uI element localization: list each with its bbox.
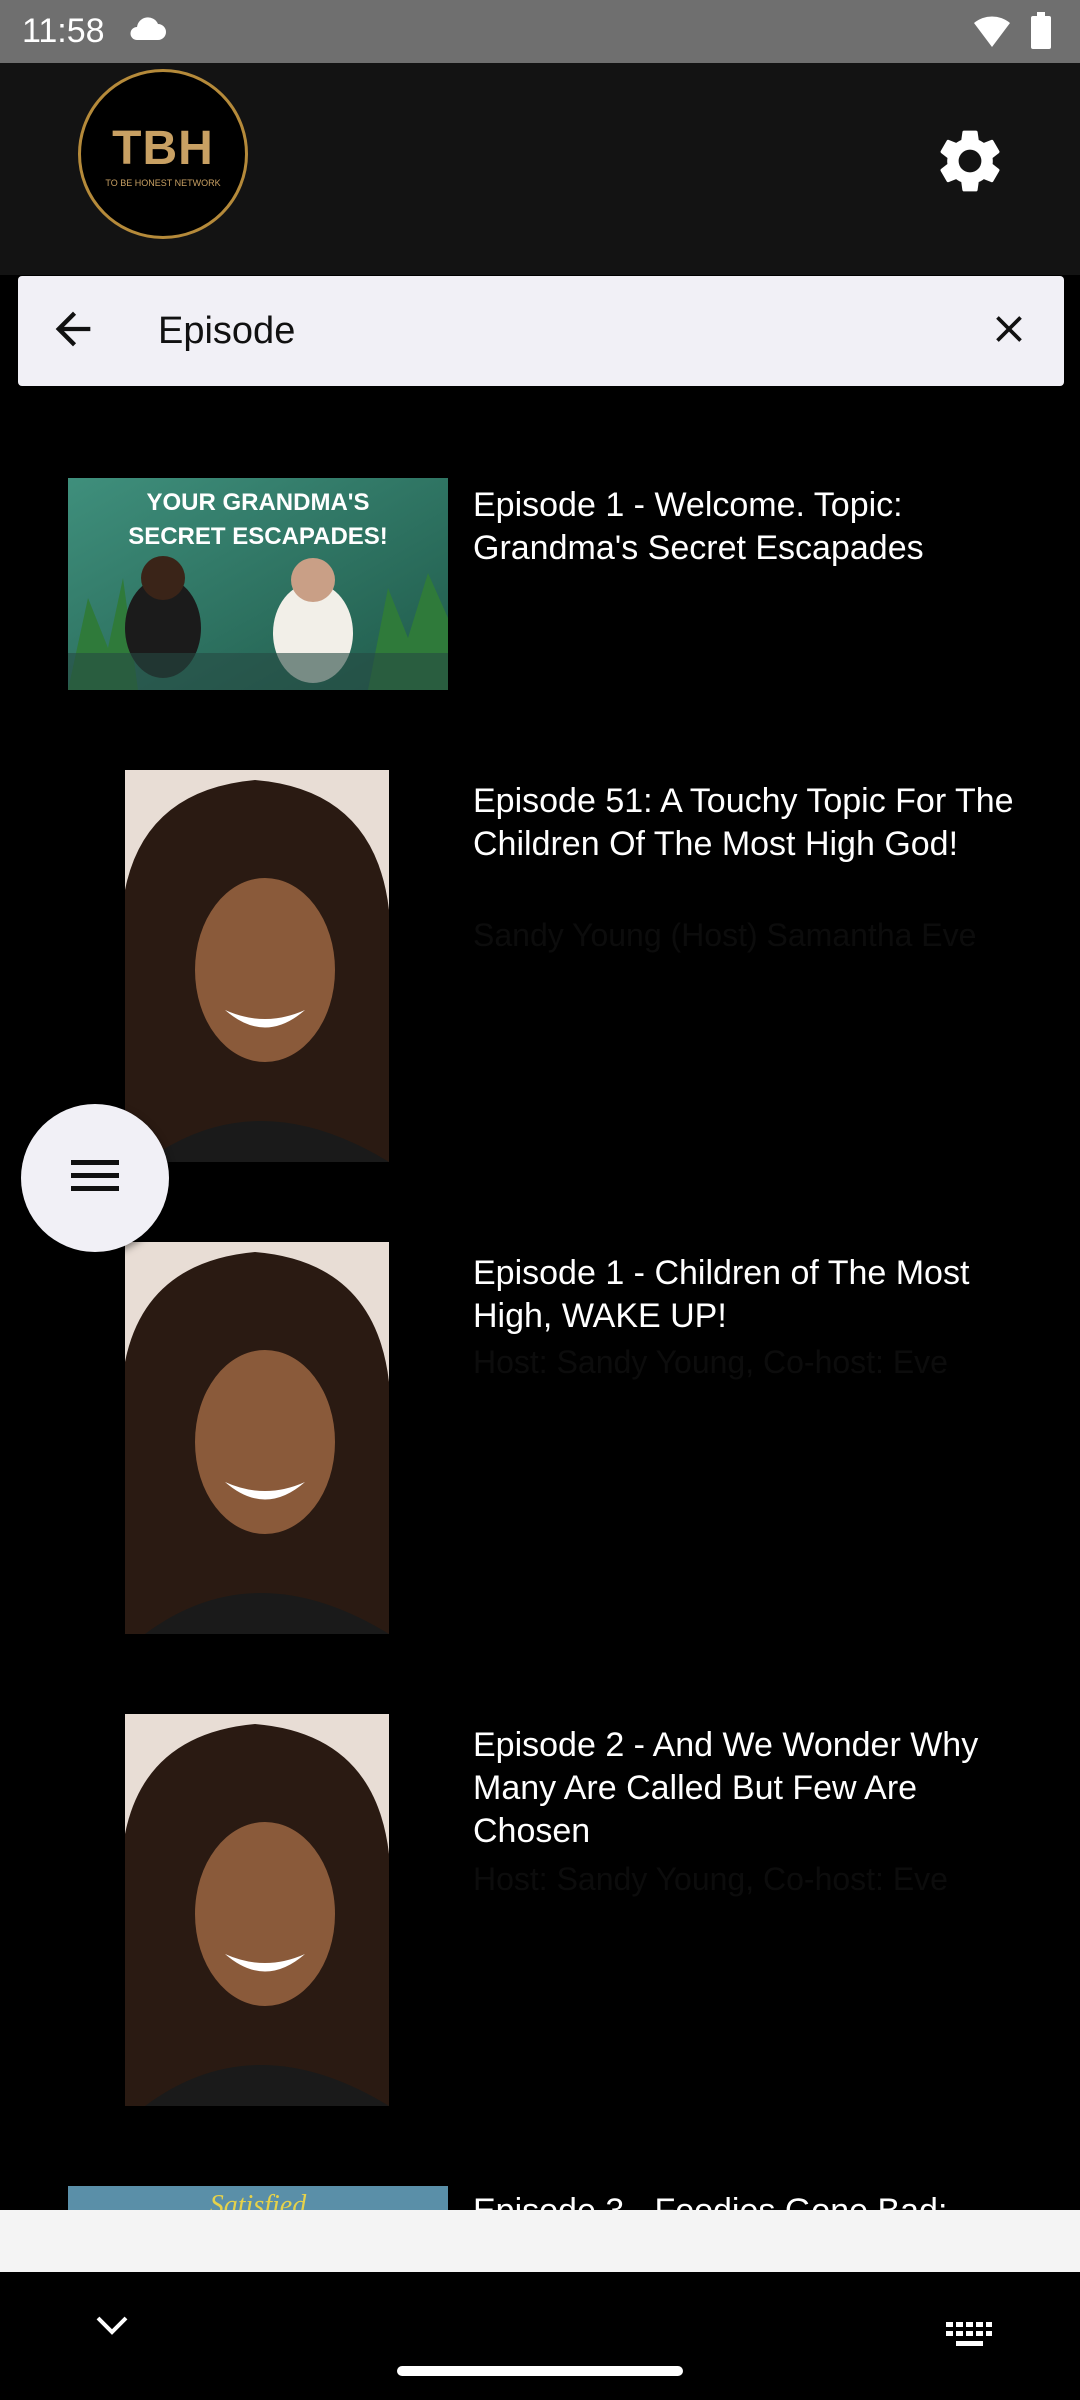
episode-title: Episode 3 - Foodies Gone Bad: bbox=[473, 2190, 1033, 2210]
menu-icon bbox=[69, 1156, 121, 1201]
home-gesture-handle[interactable] bbox=[397, 2366, 683, 2376]
gear-icon bbox=[932, 123, 1008, 204]
clear-search-button[interactable] bbox=[954, 276, 1064, 386]
cloud-icon bbox=[127, 16, 167, 47]
status-bar: 11:58 bbox=[0, 0, 1080, 63]
episode-subtitle: Sandy Young (Host) Samantha Eve bbox=[473, 917, 977, 953]
list-item[interactable]: Satisfied Episode 3 - Foodies Gone Bad: bbox=[0, 2186, 1080, 2210]
logo-subtext: TO BE HONEST NETWORK bbox=[105, 177, 221, 188]
chevron-down-icon[interactable] bbox=[92, 2314, 132, 2343]
wifi-icon bbox=[972, 13, 1012, 54]
arrow-left-icon bbox=[47, 303, 99, 360]
keyboard-icon[interactable] bbox=[946, 2322, 992, 2355]
episode-thumbnail: YOUR GRANDMA'S SECRET ESCAPADES! bbox=[68, 478, 448, 690]
keyboard-suggestion-strip bbox=[0, 2210, 1080, 2272]
episode-subtitle: Host: Sandy Young, Co-host: Eve bbox=[473, 1861, 948, 1897]
episode-title: Episode 1 - Children of The Most High, W… bbox=[473, 1254, 970, 1335]
list-item[interactable]: Episode 2 - And We Wonder Why Many Are C… bbox=[0, 1714, 1080, 2114]
navigation-bar bbox=[0, 2272, 1080, 2400]
thumb-text-line1: YOUR GRANDMA'S bbox=[146, 489, 369, 516]
episode-list: YOUR GRANDMA'S SECRET ESCAPADES! Episode… bbox=[0, 404, 1080, 2210]
status-time: 11:58 bbox=[22, 12, 105, 50]
episode-title: Episode 2 - And We Wonder Why Many Are C… bbox=[473, 1726, 979, 1850]
back-button[interactable] bbox=[18, 276, 128, 386]
episode-thumbnail bbox=[125, 770, 389, 1162]
episode-thumbnail bbox=[125, 1242, 389, 1634]
episode-title: Episode 51: A Touchy Topic For The Child… bbox=[473, 782, 1014, 863]
episode-subtitle: Host: Sandy Young, Co-host: Eve bbox=[473, 1344, 948, 1380]
list-item[interactable]: Episode 51: A Touchy Topic For The Child… bbox=[0, 770, 1080, 1170]
list-item[interactable]: Episode 1 - Children of The Most High, W… bbox=[0, 1242, 1080, 1642]
episode-thumbnail bbox=[125, 1714, 389, 2106]
menu-fab-button[interactable] bbox=[21, 1104, 169, 1252]
close-icon bbox=[987, 307, 1031, 356]
thumb-text: Satisfied bbox=[210, 2190, 307, 2210]
episode-thumbnail: Satisfied bbox=[68, 2186, 448, 2210]
search-bar bbox=[18, 276, 1064, 386]
logo-text: TBH bbox=[112, 121, 214, 175]
app-header: TBH TO BE HONEST NETWORK bbox=[0, 63, 1080, 275]
battery-icon bbox=[1030, 12, 1052, 55]
settings-button[interactable] bbox=[930, 123, 1010, 203]
thumb-text-line2: SECRET ESCAPADES! bbox=[128, 523, 388, 550]
list-item[interactable]: YOUR GRANDMA'S SECRET ESCAPADES! Episode… bbox=[0, 478, 1080, 718]
status-icons bbox=[972, 12, 1052, 55]
episode-title: Episode 1 - Welcome. Topic: Grandma's Se… bbox=[473, 486, 924, 567]
app-logo: TBH TO BE HONEST NETWORK bbox=[78, 69, 248, 239]
search-input[interactable] bbox=[128, 280, 954, 382]
